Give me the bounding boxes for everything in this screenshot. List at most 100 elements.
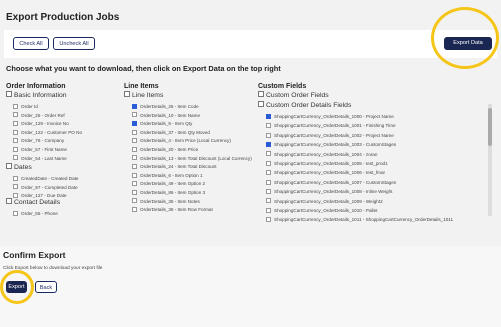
field-checkbox-item[interactable]: Order_122 - Customer PO No [13, 129, 82, 135]
checkbox[interactable] [266, 160, 271, 166]
back-button[interactable]: Back [35, 281, 57, 293]
checkbox[interactable] [13, 103, 18, 109]
field-checkbox-item[interactable]: ShoppingCartCurrency_OrderDetails_1002 -… [266, 132, 394, 138]
field-checkbox-item[interactable]: ShoppingCartCurrency_OrderDetails_1005 -… [266, 160, 388, 166]
checkbox[interactable] [132, 198, 137, 204]
checkbox[interactable] [13, 192, 18, 198]
checkbox[interactable] [266, 198, 271, 204]
field-checkbox-item[interactable]: Order_55 - Phone [13, 210, 58, 216]
checkbox[interactable] [13, 146, 18, 152]
checkbox[interactable] [132, 112, 137, 118]
group-checkbox[interactable] [124, 91, 130, 98]
checked-checkbox[interactable] [266, 141, 271, 147]
field-checkbox-item[interactable]: ShoppingCartCurrency_OrderDetails_1003 -… [266, 141, 396, 147]
field-checkbox-item[interactable]: ShoppingCartCurrency_OrderDetails_1008 -… [266, 188, 392, 194]
checkbox[interactable] [266, 151, 271, 157]
field-checkbox-item[interactable]: OrderDetails_24 - Item Total Discount [132, 163, 217, 170]
field-checkbox-item[interactable]: OrderDetails_6 - Item Option 1 [132, 172, 203, 178]
field-checkbox-item[interactable]: CreatedDate - Created Date [13, 175, 79, 181]
field-checkbox-item[interactable]: OrderDetails_37 - Item Qty Moved [132, 129, 210, 135]
field-label: OrderDetails_6 - Item Option 1 [140, 172, 203, 178]
field-label: Order_25 - Order Ref [21, 112, 65, 118]
checkbox[interactable] [132, 146, 137, 152]
field-checkbox-item[interactable]: OrderDetails_4 - Item Price (Local Curre… [132, 138, 231, 143]
field-checkbox-item[interactable]: ShoppingCartCurrency_OrderDetails_1001 -… [266, 123, 396, 128]
field-checkbox-item[interactable]: Order_76 - Company [13, 138, 64, 143]
scrollbar[interactable] [488, 104, 492, 216]
group-checkbox[interactable] [258, 101, 264, 108]
checkbox[interactable] [132, 138, 137, 144]
field-checkbox-item[interactable]: ShoppingCartCurrency_OrderDetails_1009 -… [266, 198, 383, 204]
field-checkbox-item[interactable]: OrderDetails_36 - Item Row Format [132, 206, 213, 212]
field-checkbox-item[interactable]: ShoppingCartCurrency_OrderDetails_1006 -… [266, 170, 385, 175]
field-label: OrderDetails_49 - Item Option 2 [140, 181, 206, 187]
checkbox[interactable] [13, 155, 18, 161]
checkbox[interactable] [13, 184, 18, 190]
field-checkbox-item[interactable]: OrderDetails_25 - Item Code [132, 103, 199, 109]
checkbox[interactable] [13, 129, 18, 135]
checkbox[interactable] [266, 188, 271, 194]
checkbox[interactable] [132, 155, 137, 161]
uncheck-all-button[interactable]: Uncheck All [53, 37, 95, 50]
group-custom-order-details-fields[interactable]: Custom Order Details Fields [258, 101, 351, 109]
group-1[interactable]: Dates [6, 163, 32, 171]
field-checkbox-item[interactable]: OrderDetails_49 - Item Option 2 [132, 181, 205, 186]
field-checkbox-item[interactable]: OrderDetails_9 - Item Qty [132, 120, 192, 126]
group-custom-order-fields[interactable]: Custom Order Fields [258, 91, 329, 99]
checkbox[interactable] [132, 129, 137, 135]
field-checkbox-item[interactable]: ShoppingCartCurrency_OrderDetails_1010 -… [266, 207, 377, 213]
group-0[interactable]: Basic Information [6, 91, 67, 99]
field-label: ShoppingCartCurrency_OrderDetails_1011 -… [274, 217, 454, 223]
checkbox[interactable] [13, 210, 18, 216]
group-checkbox[interactable] [6, 198, 12, 205]
field-label: OrderDetails_24 - Item Total Discount [140, 164, 217, 170]
field-label: ShoppingCartCurrency_OrderDetails_1000 -… [274, 114, 394, 119]
field-checkbox-item[interactable]: ShoppingCartCurrency_OrderDetails_1004 -… [266, 151, 377, 157]
checkbox[interactable] [266, 132, 271, 138]
field-checkbox-item[interactable]: OrderDetails_35 - Item Notes [132, 198, 200, 204]
field-checkbox-item[interactable]: Order_97 - Completed Date [13, 184, 78, 190]
field-label: ShoppingCartCurrency_OrderDetails_1006 -… [274, 170, 386, 176]
checkbox[interactable] [132, 206, 137, 212]
group-checkbox[interactable] [6, 163, 12, 170]
field-checkbox-item[interactable]: OrderDetails_10 - Item Name [132, 112, 200, 118]
checkbox[interactable] [266, 179, 271, 185]
checkbox[interactable] [132, 163, 137, 169]
check-all-button[interactable]: Check All [13, 37, 49, 50]
group-2[interactable]: Contact Details [6, 198, 60, 206]
export-data-highlight-ring [431, 7, 499, 69]
checkbox[interactable] [132, 189, 137, 195]
checked-checkbox[interactable] [132, 120, 137, 126]
checkbox[interactable] [132, 181, 137, 187]
field-checkbox-item[interactable]: OrderDetails_86 - Item Option 3 [132, 189, 205, 195]
field-checkbox-item[interactable]: ShoppingCartCurrency_OrderDetails_1007 -… [266, 179, 396, 185]
group-checkbox[interactable] [6, 91, 12, 98]
checkbox[interactable] [13, 112, 18, 118]
checkbox[interactable] [266, 170, 271, 176]
checked-checkbox[interactable] [266, 113, 271, 119]
field-label: CreatedDate - Created Date [21, 176, 79, 181]
field-checkbox-item[interactable]: Order_129 - Invoice No [13, 120, 69, 126]
field-checkbox-item[interactable]: OrderDetails_13 - Item Total Discount (L… [132, 155, 252, 161]
field-checkbox-item[interactable]: Order Id [13, 103, 38, 109]
field-checkbox-item[interactable]: ShoppingCartCurrency_OrderDetails_1011 -… [266, 217, 453, 222]
group-line-items[interactable]: Line Items [124, 91, 163, 99]
group-checkbox[interactable] [258, 91, 264, 98]
field-checkbox-item[interactable]: OrderDetails_20 - Item Price [132, 146, 199, 152]
field-checkbox-item[interactable]: ShoppingCartCurrency_OrderDetails_1000 -… [266, 113, 394, 119]
field-label: Order Id [21, 104, 38, 109]
checkbox[interactable] [13, 120, 18, 126]
checkbox[interactable] [266, 123, 271, 129]
field-checkbox-item[interactable]: Order_25 - Order Ref [13, 112, 65, 118]
field-checkbox-item[interactable]: Order_57 - First Name [13, 146, 67, 152]
scrollbar-thumb[interactable] [488, 108, 492, 146]
checked-checkbox[interactable] [132, 103, 137, 109]
checkbox[interactable] [13, 138, 18, 144]
checkbox[interactable] [266, 217, 271, 223]
field-checkbox-item[interactable]: Order_54 - Last Name [13, 155, 67, 161]
field-checkbox-item[interactable]: Order_127 - Due Date [13, 192, 66, 198]
checkbox[interactable] [13, 175, 18, 181]
checkbox[interactable] [132, 172, 137, 178]
field-label: OrderDetails_20 - Item Price [140, 147, 199, 152]
checkbox[interactable] [266, 207, 271, 213]
